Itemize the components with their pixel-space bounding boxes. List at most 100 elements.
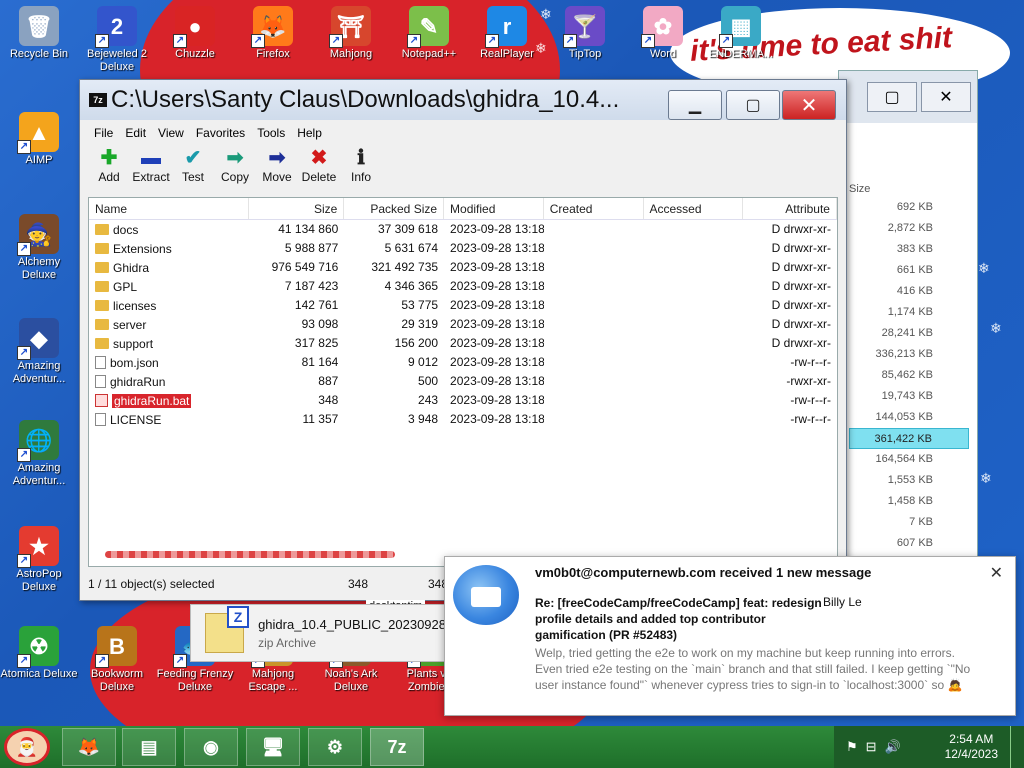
file-icon <box>95 413 106 426</box>
shortcut-arrow-icon: ↗ <box>563 34 577 48</box>
close-button[interactable]: ✕ <box>921 82 971 112</box>
show-desktop-button[interactable] <box>1010 726 1024 768</box>
table-row[interactable]: ghidraRun.bat 348 243 2023-09-28 13:18 -rw-r… <box>89 391 837 410</box>
start-button[interactable]: 🎅 <box>4 728 50 766</box>
desktop-icon[interactable]: ◆ ↗ Amazing Adventur... <box>0 318 78 386</box>
size-cell[interactable]: 164,564 KB <box>849 449 969 470</box>
info-button[interactable]: ℹ Info <box>340 146 382 192</box>
desktop-icon[interactable]: ▲ ↗ AIMP <box>0 112 78 167</box>
column-header-modified[interactable]: Modified <box>444 198 544 219</box>
sevenzip-window[interactable]: 7z C:\Users\Santy Claus\Downloads\ghidra… <box>79 79 847 601</box>
folder-icon <box>95 243 109 254</box>
table-row[interactable]: server 93 098 29 319 2023-09-28 13:18 D drwx… <box>89 315 837 334</box>
size-cell[interactable]: 383 KB <box>849 239 969 260</box>
maximize-button[interactable]: ▢ <box>867 82 917 112</box>
column-header-packed-size[interactable]: Packed Size <box>344 198 445 219</box>
taskbar-installer[interactable]: ⚙ <box>308 728 362 766</box>
column-header-attribute[interactable]: Attribute <box>743 198 837 219</box>
desktop-icon[interactable]: ☢ ↗ Atomica Deluxe <box>0 626 78 681</box>
desktop-icon[interactable]: 🧙 ↗ Alchemy Deluxe <box>0 214 78 282</box>
volume-icon[interactable]: 🔊 <box>885 739 901 755</box>
file-size: 7 187 423 <box>284 279 339 293</box>
size-cell[interactable]: 336,213 KB <box>849 344 969 365</box>
size-cell[interactable]: 28,241 KB <box>849 323 969 344</box>
size-cell[interactable]: 2,872 KB <box>849 218 969 239</box>
delete-button[interactable]: ✖ Delete <box>298 146 340 192</box>
extract-button[interactable]: ▬ Extract <box>130 146 172 192</box>
copy-button[interactable]: ➡ Copy <box>214 146 256 192</box>
move-icon: ➡ <box>268 147 286 169</box>
size-cell[interactable]: 1,458 KB <box>849 491 969 512</box>
table-row[interactable]: Ghidra 976 549 716 321 492 735 2023-09-28 1… <box>89 258 837 277</box>
taskbar-explorer[interactable]: ▤ <box>122 728 176 766</box>
desktop-icon[interactable]: r ↗ RealPlayer <box>468 6 546 61</box>
menu-bar: File Edit View Favorites Tools Help <box>88 124 838 144</box>
desktop-icon[interactable]: 🍸 ↗ TipTop <box>546 6 624 61</box>
desktop-icon-label: Alchemy Deluxe <box>17 256 61 281</box>
desktop-icon[interactable]: 🌐 ↗ Amazing Adventur... <box>0 420 78 488</box>
taskbar-7zip[interactable]: 7z <box>370 728 424 766</box>
menu-view[interactable]: View <box>152 124 190 144</box>
column-header-size[interactable]: Size <box>249 198 345 219</box>
taskbar-network[interactable]: 🖥 <box>246 728 300 766</box>
add-button[interactable]: ✚ Add <box>88 146 130 192</box>
maximize-button[interactable]: ▢ <box>726 90 780 120</box>
size-cell[interactable]: 661 KB <box>849 260 969 281</box>
menu-edit[interactable]: Edit <box>119 124 152 144</box>
size-cell[interactable]: 1,174 KB <box>849 302 969 323</box>
desktop-icon[interactable]: 2 ↗ Bejeweled 2 Deluxe <box>78 6 156 74</box>
table-row[interactable]: ghidraRun 887 500 2023-09-28 13:18 -rwxr-xr- <box>89 372 837 391</box>
size-column-header[interactable]: Size <box>849 183 870 195</box>
desktop-icon[interactable]: ★ ↗ AstroPop Deluxe <box>0 526 78 594</box>
desktop-icon[interactable]: ● ↗ Chuzzle <box>156 6 234 61</box>
menu-file[interactable]: File <box>88 124 119 144</box>
size-cell[interactable]: 144,053 KB <box>849 407 969 428</box>
menu-help[interactable]: Help <box>291 124 328 144</box>
desktop-icon[interactable]: 🗑 Recycle Bin <box>0 6 78 61</box>
size-cell[interactable]: 1,553 KB <box>849 470 969 491</box>
horizontal-scrollbar[interactable] <box>105 551 395 558</box>
file-name: LICENSE <box>110 412 162 427</box>
column-header-accessed[interactable]: Accessed <box>644 198 744 219</box>
desktop-icon[interactable]: ✿ ↗ Word <box>624 6 702 61</box>
background-explorer-window[interactable]: ▢ ✕ Size 692 KB 2,872 KB 383 KB 661 KB 416 K… <box>838 70 978 560</box>
column-header-name[interactable]: Name <box>89 198 249 219</box>
desktop-icon[interactable]: ⛩ ↗ Mahjong <box>312 6 390 61</box>
table-row[interactable]: docs 41 134 860 37 309 618 2023-09-28 13:18… <box>89 220 837 239</box>
desktop-icon[interactable]: ▦ ↗ ENDERMA... <box>702 6 780 61</box>
table-row[interactable]: LICENSE 11 357 3 948 2023-09-28 13:18 -rw-r-… <box>89 410 837 429</box>
menu-tools[interactable]: Tools <box>251 124 291 144</box>
file-list[interactable]: Name Size Packed Size Modified Created Access… <box>88 197 838 567</box>
size-cell[interactable]: 7 KB <box>849 512 969 533</box>
mail-notification[interactable]: vm0b0t@computernewb.com received 1 new m… <box>444 556 1016 716</box>
desktop-icon[interactable]: B ↗ Bookworm Deluxe <box>78 626 156 694</box>
size-cell[interactable]: 85,462 KB <box>849 365 969 386</box>
taskbar-firefox[interactable]: 🦊 <box>62 728 116 766</box>
table-row[interactable]: Extensions 5 988 877 5 631 674 2023-09-28 1… <box>89 239 837 258</box>
clock[interactable]: 2:54 AM 12/4/2023 <box>945 732 998 762</box>
close-button[interactable]: ✕ <box>782 90 836 120</box>
column-header-created[interactable]: Created <box>544 198 644 219</box>
table-row[interactable]: GPL 7 187 423 4 346 365 2023-09-28 13:18 D d… <box>89 277 837 296</box>
close-icon[interactable]: ✕ <box>990 563 1003 583</box>
network-icon[interactable]: ⊟ <box>866 739 877 755</box>
minimize-button[interactable]: ▁ <box>668 90 722 120</box>
table-row[interactable]: bom.json 81 164 9 012 2023-09-28 13:18 -rw-r… <box>89 353 837 372</box>
size-cell[interactable]: 416 KB <box>849 281 969 302</box>
menu-favorites[interactable]: Favorites <box>190 124 251 144</box>
size-cell[interactable]: 361,422 KB <box>849 428 969 449</box>
background-window-titlebar[interactable]: ▢ ✕ <box>839 71 977 123</box>
taskbar-chrome[interactable]: ◉ <box>184 728 238 766</box>
size-cell[interactable]: 692 KB <box>849 197 969 218</box>
desktop-icon[interactable]: ✎ ↗ Notepad++ <box>390 6 468 61</box>
shortcut-arrow-icon: ↗ <box>17 242 31 256</box>
test-button[interactable]: ✔ Test <box>172 146 214 192</box>
size-cell[interactable]: 607 KB <box>849 533 969 554</box>
desktop-icon[interactable]: 🦊 ↗ Firefox <box>234 6 312 61</box>
table-row[interactable]: licenses 142 761 53 775 2023-09-28 13:18 D d… <box>89 296 837 315</box>
table-row[interactable]: support 317 825 156 200 2023-09-28 13:18 D d… <box>89 334 837 353</box>
flag-icon[interactable]: ⚑ <box>846 739 858 755</box>
aimp-icon: ▲ ↗ <box>17 112 59 154</box>
move-button[interactable]: ➡ Move <box>256 146 298 192</box>
size-cell[interactable]: 19,743 KB <box>849 386 969 407</box>
